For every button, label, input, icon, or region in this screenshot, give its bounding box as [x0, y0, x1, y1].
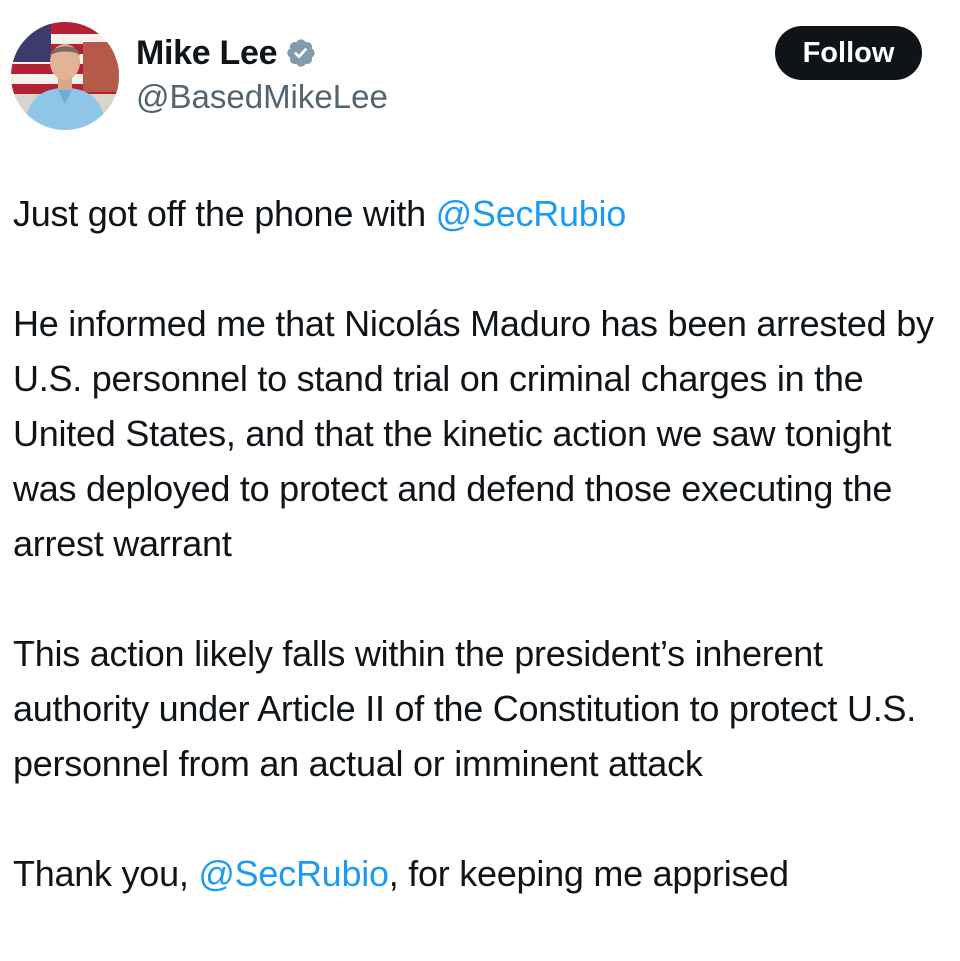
tweet-paragraph: Thank you, @SecRubio, for keeping me app… — [13, 846, 953, 901]
author-display-name[interactable]: Mike Lee — [136, 34, 278, 73]
tweet-paragraph: He informed me that Nicolás Maduro has b… — [13, 303, 934, 564]
tweet-card: Mike Lee @BasedMikeLee Follow Just got o… — [0, 0, 960, 961]
verified-badge-icon — [285, 37, 317, 69]
tweet-text-segment: Just got off the phone with — [13, 193, 436, 234]
tweet-text: Just got off the phone with @SecRubio He… — [13, 186, 953, 956]
mention-link[interactable]: @SecRubio — [198, 853, 389, 894]
author-avatar[interactable] — [11, 22, 119, 130]
tweet-paragraph: Just got off the phone with @SecRubio — [13, 186, 953, 241]
tweet-text-segment: , for keeping me apprised — [388, 853, 789, 894]
tweet-text-segment: Thank you, — [13, 853, 199, 894]
author-name-row[interactable]: Mike Lee — [136, 30, 317, 76]
author-handle[interactable]: @BasedMikeLee — [136, 78, 388, 116]
tweet-paragraph: This action likely falls within the pres… — [13, 633, 916, 784]
mention-link[interactable]: @SecRubio — [436, 193, 627, 234]
avatar-image — [11, 22, 119, 130]
follow-button[interactable]: Follow — [775, 26, 922, 80]
